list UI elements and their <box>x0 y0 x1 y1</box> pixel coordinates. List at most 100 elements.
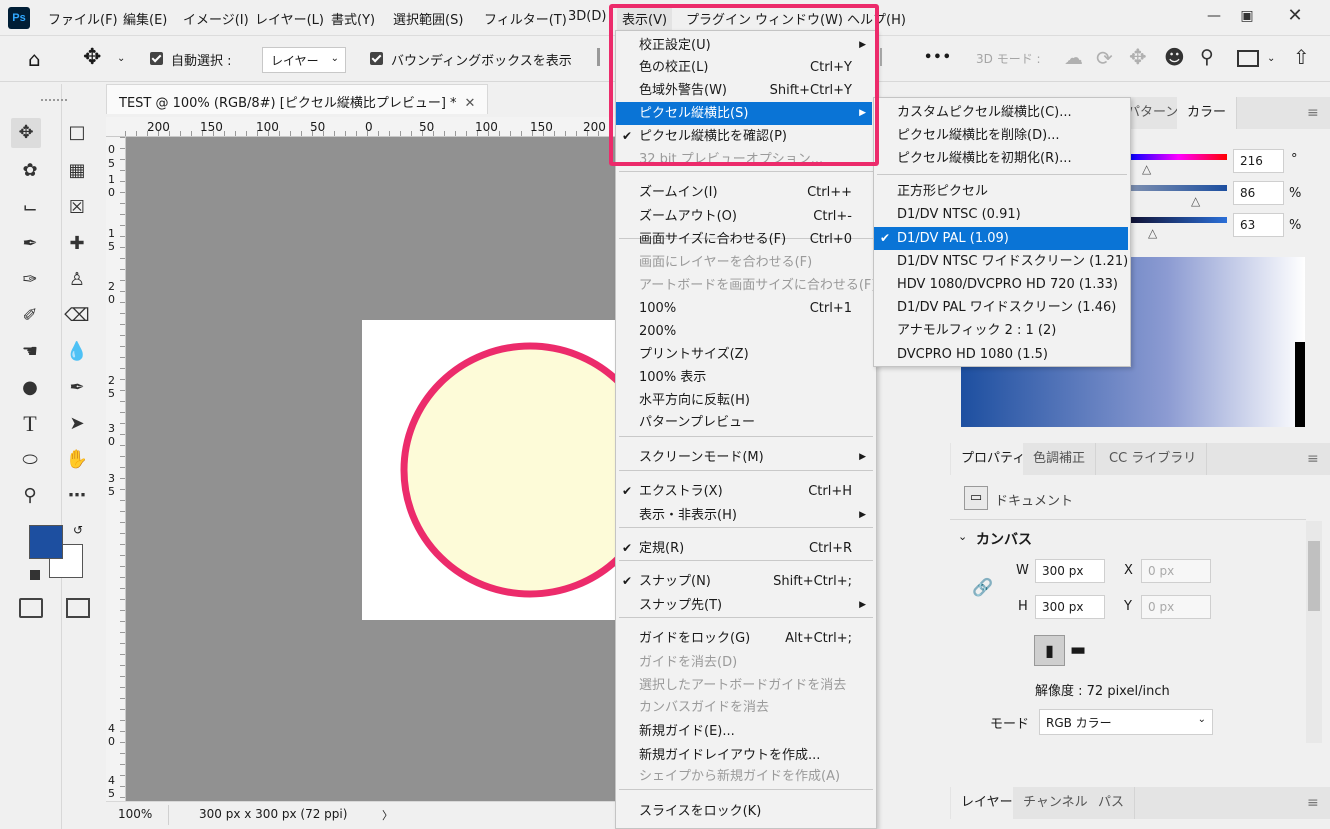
brightness-slider[interactable] <box>1130 217 1227 223</box>
bbox-checkbox[interactable] <box>370 52 383 69</box>
view-menu-item[interactable]: ✔ スナップ(N) Shift+Ctrl+; <box>616 570 872 593</box>
menu-select[interactable]: 選択範囲(S) <box>393 9 463 28</box>
tab-color[interactable]: カラー <box>1177 97 1238 129</box>
marquee-tool-icon[interactable]: □ <box>62 118 92 148</box>
close-icon[interactable]: ✕ <box>1280 4 1310 28</box>
chevron-down-icon[interactable]: ⌄ <box>958 530 967 543</box>
view-menu-item[interactable]: ✔ 定規(R) Ctrl+R <box>616 537 872 560</box>
auto-select-checkbox[interactable] <box>150 52 163 69</box>
zoom-tool-icon[interactable]: ⚲ <box>15 481 45 511</box>
stamp-tool-icon[interactable]: ♙ <box>62 265 92 295</box>
view-menu-item[interactable]: ✔ エクストラ(X) Ctrl+H <box>616 480 872 503</box>
pixel-aspect-item[interactable]: DVCPRO HD 1080 (1.5) <box>874 343 1128 366</box>
saturation-input[interactable]: 86 <box>1233 181 1284 205</box>
menu-layer[interactable]: レイヤー(L) <box>255 9 324 28</box>
tab-channels[interactable]: チャンネル <box>1013 787 1099 819</box>
lasso-tool-icon[interactable]: ✿ <box>15 156 45 186</box>
chevron-down-icon[interactable]: ⌄ <box>117 53 125 64</box>
workspace-icon[interactable] <box>1237 50 1259 67</box>
pixel-aspect-item[interactable]: D1/DV NTSC ワイドスクリーン (1.21) <box>874 250 1128 273</box>
close-tab-icon[interactable]: ✕ <box>465 96 476 111</box>
move-tool-icon[interactable]: ✥ <box>11 118 41 148</box>
portrait-orientation-icon[interactable]: ▮ <box>1034 635 1065 666</box>
more-options-icon[interactable]: ••• <box>924 50 952 65</box>
view-menu-item[interactable]: 水平方向に反転(H) <box>616 389 872 412</box>
view-menu-item[interactable]: 新規ガイド(E)... <box>616 720 872 743</box>
view-menu-item[interactable]: 画面サイズに合わせる(F) Ctrl+0 <box>616 228 872 251</box>
panel-menu-icon[interactable]: ≡ <box>1307 795 1319 811</box>
distribute-icon[interactable] <box>880 48 894 66</box>
object-select-icon[interactable]: ▦ <box>62 156 92 186</box>
crop-tool-icon[interactable]: ⌙ <box>15 193 45 223</box>
3d-pan-icon[interactable]: ✥ <box>1129 45 1147 69</box>
pixel-aspect-item[interactable]: カスタムピクセル縦横比(C)... <box>874 101 1128 124</box>
history-brush-icon[interactable]: ✐ <box>15 301 45 331</box>
menu-type[interactable]: 書式(Y) <box>331 9 375 28</box>
document-canvas[interactable] <box>362 320 616 620</box>
ellipse-tool-icon[interactable]: ⬭ <box>15 445 45 475</box>
screen-mode-icon[interactable] <box>66 598 90 618</box>
view-menu-item[interactable]: ズームイン(I) Ctrl++ <box>616 181 872 204</box>
3d-roll-icon[interactable]: ⟳ <box>1096 46 1113 70</box>
search-icon[interactable]: ⚲ <box>1200 46 1214 68</box>
brush-tool-icon[interactable]: ✑ <box>15 265 45 295</box>
landscape-orientation-icon[interactable]: ▬ <box>1070 640 1086 660</box>
type-tool-icon[interactable]: T <box>15 409 45 439</box>
hue-slider-handle[interactable]: △ <box>1142 162 1151 176</box>
menu-3d[interactable]: 3D(D) <box>568 9 606 24</box>
width-input[interactable]: 300 px <box>1035 559 1105 583</box>
3d-orbit-icon[interactable]: ☁ <box>1064 47 1083 69</box>
quick-mask-icon[interactable] <box>19 598 43 618</box>
view-menu-item[interactable]: 新規ガイドレイアウトを作成... <box>616 744 872 767</box>
path-select-icon[interactable]: ➤ <box>62 409 92 439</box>
home-icon[interactable]: ⌂ <box>28 47 41 71</box>
foreground-color-swatch[interactable] <box>29 525 63 559</box>
auto-select-dropdown[interactable]: レイヤー ⌄ <box>262 47 346 73</box>
pixel-aspect-item[interactable]: ピクセル縦横比を初期化(R)... <box>874 147 1128 170</box>
eyedropper-icon[interactable]: ✒ <box>15 229 45 259</box>
ruler-origin[interactable] <box>106 117 126 137</box>
dodge-tool-icon[interactable]: ● <box>15 373 45 403</box>
more-tools-icon[interactable]: ⋯ <box>62 481 92 511</box>
y-input[interactable]: 0 px <box>1141 595 1211 619</box>
menu-file[interactable]: ファイル(F) <box>48 9 118 28</box>
default-colors-icon[interactable] <box>30 570 40 580</box>
zoom-level[interactable]: 100% <box>118 807 152 821</box>
canvas-section-title[interactable]: カンバス <box>976 529 1032 549</box>
view-menu-item[interactable]: 100% 表示 <box>616 366 872 389</box>
circle-shape[interactable] <box>362 320 616 620</box>
color-ramp-bar[interactable] <box>1295 342 1305 427</box>
restore-icon[interactable]: ▣ <box>1232 4 1262 28</box>
move-tool-icon[interactable]: ✥ <box>83 45 101 70</box>
minimize-icon[interactable]: — <box>1199 4 1229 28</box>
menu-filter[interactable]: フィルター(T) <box>484 9 567 28</box>
hand-tool-icon[interactable]: ✋ <box>62 445 92 475</box>
view-menu-item[interactable]: プリントサイズ(Z) <box>616 343 872 366</box>
brightness-slider-handle[interactable]: △ <box>1148 226 1157 240</box>
view-menu-item[interactable]: 選択したアートボードガイドを消去 <box>616 674 872 697</box>
pixel-aspect-item[interactable]: D1/DV NTSC (0.91) <box>874 203 1128 226</box>
brightness-input[interactable]: 63 <box>1233 213 1284 237</box>
chevron-down-icon[interactable]: ⌄ <box>1267 53 1275 64</box>
tab-cc-libraries[interactable]: CC ライブラリ <box>1099 443 1208 475</box>
view-menu-item[interactable]: アートボードを画面サイズに合わせる(F) <box>616 274 876 297</box>
view-menu-item[interactable]: 100% Ctrl+1 <box>616 297 872 320</box>
properties-scrollbar[interactable] <box>1306 521 1322 743</box>
pixel-aspect-item[interactable]: HDV 1080/DVCPRO HD 720 (1.33) <box>874 273 1128 296</box>
view-menu-item[interactable]: スナップ先(T) ▶ <box>616 594 872 617</box>
swap-colors-icon[interactable]: ↺ <box>73 523 83 537</box>
hue-slider[interactable] <box>1130 154 1227 160</box>
healing-brush-icon[interactable]: ✚ <box>62 229 92 259</box>
share-icon[interactable]: ⇧ <box>1293 45 1310 69</box>
mode-dropdown[interactable]: RGB カラー ⌄ <box>1039 709 1213 735</box>
pixel-aspect-item[interactable]: D1/DV PAL ワイドスクリーン (1.46) <box>874 296 1128 319</box>
menu-image[interactable]: イメージ(I) <box>183 9 249 28</box>
chevron-right-icon[interactable]: 〉 <box>382 807 393 823</box>
view-menu-item[interactable]: スライスをロック(K) <box>616 800 872 823</box>
height-input[interactable]: 300 px <box>1035 595 1105 619</box>
panel-menu-icon[interactable]: ≡ <box>1307 451 1319 467</box>
eraser-icon[interactable]: ⌫ <box>62 301 92 331</box>
view-menu-item[interactable]: カンバスガイドを消去 <box>616 696 872 719</box>
ruler-horizontal[interactable]: 200 150 100 50 0 50 100 150 200 <box>125 117 616 137</box>
frame-tool-icon[interactable]: ☒ <box>62 193 92 223</box>
